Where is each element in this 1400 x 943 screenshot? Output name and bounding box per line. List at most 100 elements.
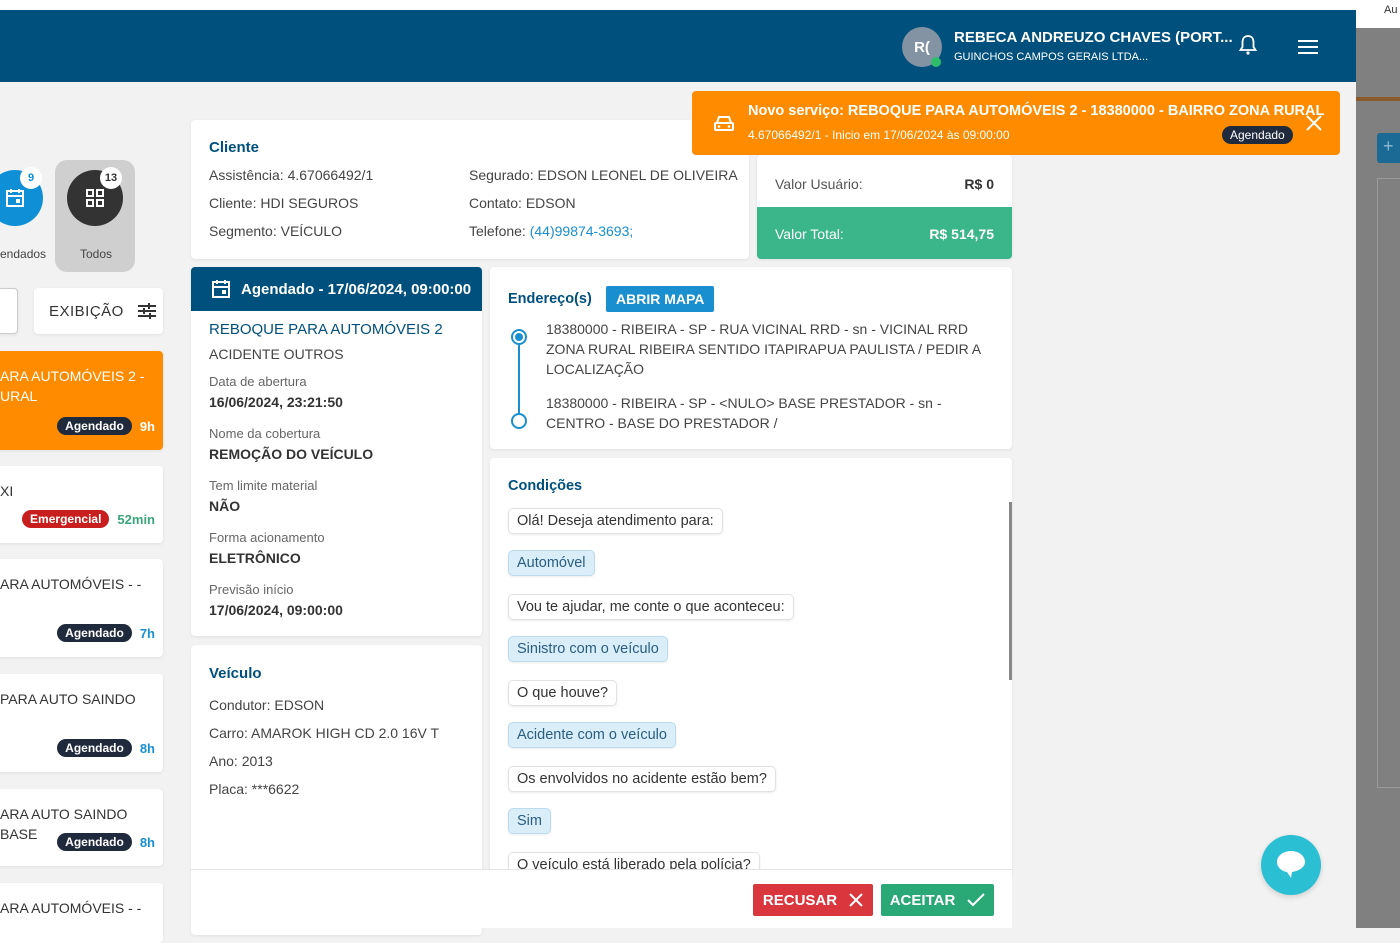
filter-label: Todos <box>80 247 113 261</box>
chat-question: Vou te ajudar, me conte o que aconteceu: <box>508 594 794 620</box>
aceitar-label: ACEITAR <box>889 891 956 909</box>
right-panel-label: Au <box>1356 0 1400 28</box>
servico-header: Agendado - 17/06/2024, 09:00:00 <box>241 281 472 298</box>
toast-subtitle: 4.67066492/1 - Inicio em 17/06/2024 às 0… <box>748 128 1010 142</box>
check-icon <box>967 893 985 907</box>
company-name: GUINCHOS CAMPOS GERAIS LTDA... <box>954 51 1149 63</box>
contato: Contato: EDSON <box>469 195 576 211</box>
calendar-icon <box>212 280 230 298</box>
list-item-title: ARA AUTOMÓVEIS - - <box>0 576 142 592</box>
right-panel-table <box>1377 178 1400 788</box>
servico-card: Agendado - 17/06/2024, 09:00:00 REBOQUE … <box>191 267 482 636</box>
bell-icon[interactable] <box>1238 34 1258 59</box>
aceitar-button[interactable]: ACEITAR <box>881 884 994 916</box>
chat-answer: Acidente com o veículo <box>508 722 676 748</box>
divider <box>1356 97 1400 101</box>
chat-button[interactable] <box>1261 835 1321 895</box>
telefone-link[interactable]: (44)99874-3693; <box>530 223 634 239</box>
status-badge: Agendado <box>1222 126 1293 144</box>
field-value: ELETRÔNICO <box>209 550 301 566</box>
field-value: REMOÇÃO DO VEÍCULO <box>209 446 374 462</box>
status-badge: Agendado <box>57 833 132 851</box>
list-item-title: ARA AUTOMÓVEIS - - <box>0 900 142 916</box>
abrir-mapa-button[interactable]: ABRIR MAPA <box>606 286 715 312</box>
car-icon <box>714 116 734 131</box>
new-service-toast[interactable]: Novo serviço: REBOQUE PARA AUTOMÓVEIS 2 … <box>692 91 1340 155</box>
time-label: 7h <box>139 625 155 641</box>
valores-card: Valor Usuário: R$ 0 Valor Total: R$ 514,… <box>757 155 1012 259</box>
field-label: Data de abertura <box>209 374 307 389</box>
user-name[interactable]: REBECA ANDREUZO CHAVES (PORT... <box>954 29 1233 46</box>
field-label: Tem limite material <box>209 478 318 493</box>
close-icon[interactable] <box>1306 115 1322 131</box>
telefone-label: Telefone: <box>469 223 530 239</box>
field-label: Previsão início <box>209 582 294 597</box>
carro: Carro: AMAROK HIGH CD 2.0 16V T <box>209 725 440 741</box>
origin-address: 18380000 - RIBEIRA - SP - RUA VICINAL RR… <box>546 321 981 377</box>
section-title: Endereço(s) <box>508 291 592 307</box>
endereco-card: Endereço(s) ABRIR MAPA 18380000 - RIBEIR… <box>490 267 1012 449</box>
time-label: 8h <box>139 834 155 850</box>
toast-title: Novo serviço: REBOQUE PARA AUTOMÓVEIS 2 … <box>748 103 1325 119</box>
exibicao-label: EXIBIÇÃO <box>49 302 124 320</box>
grid-icon <box>86 189 104 207</box>
list-item-title: PARA AUTO SAINDO <box>0 691 136 707</box>
section-title: Cliente <box>209 139 260 156</box>
destination-marker-icon <box>511 413 527 429</box>
field-value: 16/06/2024, 23:21:50 <box>209 394 343 410</box>
condutor: Condutor: EDSON <box>209 697 325 713</box>
count-badge: 13 <box>100 167 122 189</box>
top-strip <box>0 0 1356 10</box>
time-label: 9h <box>139 418 155 434</box>
sliders-icon <box>137 303 156 319</box>
online-status-dot <box>931 57 941 67</box>
servico-name: REBOQUE PARA AUTOMÓVEIS 2 <box>209 321 443 338</box>
chat-bubble-icon <box>1277 851 1305 878</box>
list-item[interactable]: ARA AUTOMÓVEIS - - <box>0 883 163 943</box>
filter-label: endados <box>0 247 47 261</box>
list-item[interactable]: PARA AUTO SAINDO Agendado 8h <box>0 674 163 772</box>
calendar-icon <box>6 189 24 207</box>
status-badge: Agendado <box>57 624 132 642</box>
list-item-title: ARA AUTOMÓVEIS 2 - URAL <box>0 368 145 404</box>
menu-icon[interactable] <box>1298 39 1318 58</box>
add-button[interactable]: + <box>1377 133 1400 163</box>
chat-answer: Automóvel <box>508 550 595 576</box>
list-item[interactable]: XI Emergencial 52min <box>0 466 163 543</box>
destination-address: 18380000 - RIBEIRA - SP - <NULO> BASE PR… <box>546 395 942 431</box>
time-label: 8h <box>139 740 155 756</box>
app-header <box>0 10 1356 82</box>
ano: Ano: 2013 <box>209 753 273 769</box>
list-item[interactable]: ARA AUTO SAINDO BASE Agendado 8h <box>0 789 163 866</box>
chat-answer: Sinistro com o veículo <box>508 636 668 662</box>
cliente-card: Cliente Assistência: 4.67066492/1 Client… <box>191 120 749 259</box>
scrollbar[interactable] <box>1009 502 1012 680</box>
origin-marker-icon <box>511 329 527 345</box>
cliente-name: Cliente: HDI SEGUROS <box>209 195 359 211</box>
field-label: Forma acionamento <box>209 530 325 545</box>
status-badge: Agendado <box>57 417 132 435</box>
valor-total-label: Valor Total: <box>775 226 844 242</box>
servico-type: ACIDENTE OUTROS <box>209 346 344 362</box>
count-badge: 9 <box>20 167 42 189</box>
list-item-title: XI <box>0 483 14 499</box>
segmento: Segmento: VEÍCULO <box>209 223 343 239</box>
status-badge: Emergencial <box>22 510 110 528</box>
valor-usuario: R$ 0 <box>964 176 994 192</box>
recusar-label: RECUSAR <box>762 891 838 909</box>
list-item[interactable]: ARA AUTOMÓVEIS - - Agendado 7h <box>0 559 163 657</box>
chat-question: Os envolvidos no acidente estão bem? <box>508 766 776 792</box>
assistencia: Assistência: 4.67066492/1 <box>209 167 374 183</box>
time-label: 52min <box>117 511 155 527</box>
exibicao-button[interactable]: EXIBIÇÃO <box>34 288 163 334</box>
segurado: Segurado: EDSON LEONEL DE OLIVEIRA <box>469 167 738 183</box>
placa: Placa: ***6622 <box>209 781 300 797</box>
chat-answer: Sim <box>508 808 551 834</box>
close-icon <box>849 893 863 907</box>
chat-question: O que houve? <box>508 680 618 706</box>
recusar-button[interactable]: RECUSAR <box>753 884 873 916</box>
valor-total: R$ 514,75 <box>929 226 994 242</box>
list-item[interactable]: ARA AUTOMÓVEIS 2 - URAL Agendado 9h <box>0 351 163 450</box>
field-label: Nome da cobertura <box>209 426 321 441</box>
search-input[interactable] <box>0 288 18 334</box>
